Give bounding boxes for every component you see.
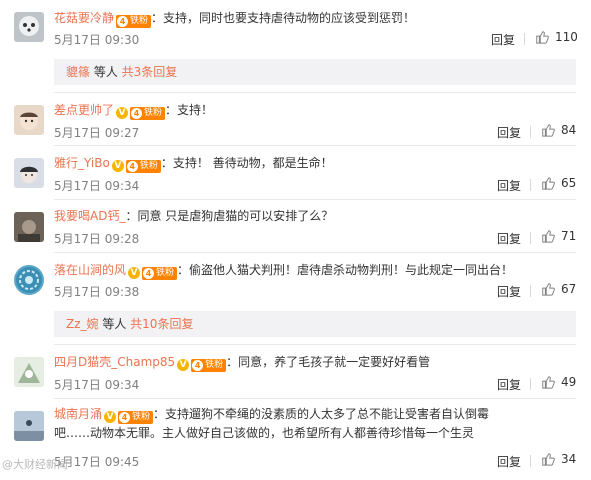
reply-button[interactable]: 回复 — [497, 124, 521, 141]
fan-badge[interactable]: 4 铁粉 — [191, 359, 227, 372]
fan-badge[interactable]: 4 铁粉 — [118, 411, 154, 424]
comment-text: 落在山涧的风 V 4 铁粉 ：偷盗他人猫犬判刑！虐待虐杀动物判刑！与此规定一同出台！ — [54, 261, 583, 280]
comment-text: 我要喝AD钙_：同意 只是虐狗虐猫的可以安排了么？ — [54, 207, 583, 225]
vip-badge[interactable]: V — [104, 411, 117, 423]
username-link[interactable]: 城南月涌 — [54, 407, 102, 421]
sub-reply-user[interactable]: 貔篠 — [66, 65, 90, 79]
comment-time: 5月17日 09:27 — [54, 126, 140, 140]
like-button[interactable]: 49 — [541, 375, 576, 389]
comment-text: 城南月涌 V 4 铁粉 ：支持遛狗不牵绳的没素质的人太多了总不能让受害者自认倒霉吧……动… — [54, 405, 524, 442]
like-button[interactable]: 67 — [541, 282, 576, 296]
vip-badge[interactable]: V — [116, 107, 129, 119]
reply-button[interactable]: 回复 — [497, 283, 521, 300]
thumbs-up-icon — [542, 230, 555, 243]
fan-badge[interactable]: 4 铁粉 — [142, 267, 178, 280]
divider — [530, 378, 531, 390]
divider — [530, 232, 531, 244]
divider — [524, 33, 525, 45]
comment-text: 四月D猫壳_Champ85 V 4 铁粉 ：同意，养了毛孩子就一定要好好看管 — [54, 353, 583, 372]
like-count: 67 — [561, 282, 577, 296]
like-count: 110 — [555, 30, 578, 44]
fan-badge[interactable]: 4 铁粉 — [125, 160, 161, 173]
comment-text: 雅行_YiBo V 4 铁粉 ：支持！ 善待动物，都是生命！ — [54, 154, 583, 173]
comment-body: ：同意，养了毛孩子就一定要好好看管 — [226, 355, 431, 369]
comment-time: 5月17日 09:30 — [54, 33, 140, 47]
divider — [530, 285, 531, 297]
watermark: @大财经新闻 — [2, 458, 68, 471]
more-replies-link[interactable]: 共10条回复 — [130, 317, 193, 331]
thumbs-up-icon — [542, 453, 555, 466]
reply-button[interactable]: 回复 — [497, 177, 521, 194]
like-count: 34 — [561, 452, 577, 466]
thumbs-up-icon — [542, 283, 555, 296]
separator — [54, 199, 576, 200]
reply-button[interactable]: 回复 — [497, 230, 521, 247]
separator — [54, 398, 576, 399]
like-count: 65 — [561, 176, 577, 190]
comment-body: ：同意 只是虐狗虐猫的可以安排了么？ — [125, 209, 334, 223]
comment-time: 5月17日 09:34 — [54, 179, 140, 193]
comment-text: 花菇要冷静 4 铁粉 ：支持，同时也要支持虐待动物的应该受到惩罚！ — [54, 9, 583, 28]
like-count: 84 — [561, 123, 577, 137]
avatar[interactable] — [14, 357, 44, 387]
avatar[interactable] — [14, 158, 44, 188]
reply-button[interactable]: 回复 — [491, 31, 515, 48]
separator — [54, 92, 576, 93]
like-button[interactable]: 71 — [541, 229, 576, 243]
divider — [530, 179, 531, 191]
like-count: 49 — [561, 375, 577, 389]
separator — [54, 252, 576, 253]
comment-body: ：支持！ — [165, 103, 214, 117]
avatar[interactable] — [14, 105, 44, 135]
sub-reply-box[interactable]: 貔篠 等人 共3条回复 — [54, 59, 576, 85]
comment-time: 5月17日 09:34 — [54, 378, 140, 392]
separator — [54, 344, 576, 345]
thumbs-up-icon — [542, 177, 555, 190]
sub-reply-user[interactable]: Zz_婉 — [66, 317, 99, 331]
comment-body: ：支持！ 善待动物，都是生命！ — [160, 156, 333, 170]
like-button[interactable]: 110 — [535, 30, 578, 44]
fan-badge[interactable]: 4 铁粉 — [116, 15, 152, 28]
username-link[interactable]: 我要喝AD钙_ — [54, 209, 125, 223]
username-link[interactable]: 花菇要冷静 — [54, 11, 114, 25]
comment-text: 差点更帅了 V 4 铁粉 ：支持！ — [54, 101, 583, 120]
thumbs-up-icon — [542, 124, 555, 137]
avatar[interactable] — [14, 212, 44, 242]
comment-body: ：支持，同时也要支持虐待动物的应该受到惩罚！ — [151, 11, 416, 25]
more-replies-link[interactable]: 共3条回复 — [122, 65, 178, 79]
sub-reply-box[interactable]: Zz_婉 等人 共10条回复 — [54, 311, 576, 337]
vip-badge[interactable]: V — [111, 160, 124, 172]
thumbs-up-icon — [542, 376, 555, 389]
avatar[interactable] — [14, 411, 44, 441]
username-link[interactable]: 四月D猫壳_Champ85 — [54, 355, 175, 369]
comment-time: 5月17日 09:38 — [54, 285, 140, 299]
comment-body: ：偷盗他人猫犬判刑！虐待虐杀动物判刑！与此规定一同出台！ — [177, 263, 514, 277]
thumbs-up-icon — [536, 31, 549, 44]
like-button[interactable]: 34 — [541, 452, 576, 466]
divider — [530, 126, 531, 138]
reply-button[interactable]: 回复 — [497, 453, 521, 470]
like-button[interactable]: 65 — [541, 176, 576, 190]
reply-button[interactable]: 回复 — [497, 376, 521, 393]
username-link[interactable]: 雅行_YiBo — [54, 156, 110, 170]
avatar[interactable] — [14, 12, 44, 42]
divider — [530, 455, 531, 467]
separator — [54, 145, 576, 146]
avatar[interactable] — [14, 265, 44, 295]
like-count: 71 — [561, 229, 577, 243]
fan-badge[interactable]: 4 铁粉 — [130, 107, 166, 120]
username-link[interactable]: 差点更帅了 — [54, 103, 114, 117]
comment-time: 5月17日 09:28 — [54, 232, 140, 246]
username-link[interactable]: 落在山涧的风 — [54, 263, 126, 277]
vip-badge[interactable]: V — [128, 267, 141, 279]
like-button[interactable]: 84 — [541, 123, 576, 137]
vip-badge[interactable]: V — [177, 359, 190, 371]
